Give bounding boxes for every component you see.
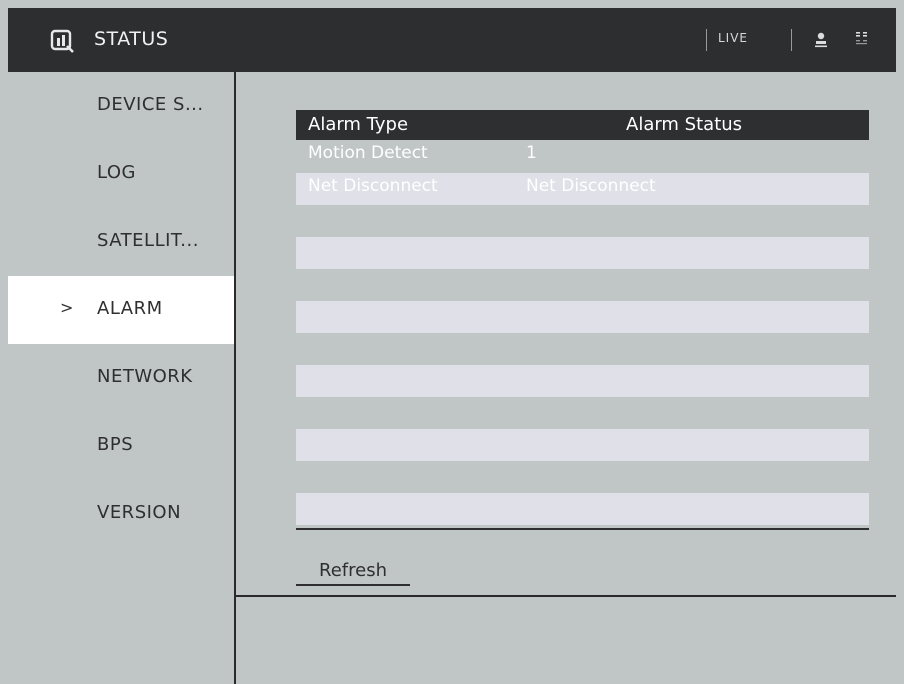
alarm-status-cell: Net Disconnect [526,176,656,196]
sidebar-nav: DEVICE S... LOG SATELLIT... > ALARM NETW… [8,72,234,684]
page-title: STATUS [94,28,169,50]
table-row[interactable]: Net Disconnect Net Disconnect [296,173,869,205]
sidebar-item-label: ALARM [97,298,163,319]
header-divider [706,29,707,51]
sidebar-item-network[interactable]: NETWORK [8,344,234,412]
table-row-empty [296,397,869,429]
sidebar-item-log[interactable]: LOG [8,140,234,208]
sidebar-item-device-status[interactable]: DEVICE S... [8,72,234,140]
sidebar-item-label: LOG [97,162,137,183]
table-row-empty [296,205,869,237]
header-bar: STATUS LIVE [8,8,896,72]
table-row-empty [296,301,869,333]
table-row-empty [296,269,869,301]
sidebar-item-label: BPS [97,434,134,455]
table-row[interactable]: Motion Detect 1 [296,140,869,172]
table-row-empty [296,493,869,525]
column-header-alarm-status: Alarm Status [626,114,743,135]
alarm-status-cell: 1 [526,143,537,163]
sidebar-item-label: NETWORK [97,366,193,387]
table-row-empty [296,333,869,365]
table-row-empty [296,237,869,269]
alarm-status-panel: Alarm Type Alarm Status Motion Detect 1 … [236,72,896,684]
alarm-type-cell: Net Disconnect [308,176,438,196]
chevron-right-icon: > [60,298,74,317]
sidebar-item-label: VERSION [97,502,182,523]
refresh-button[interactable]: Refresh [296,556,410,586]
table-row-empty [296,365,869,397]
footer-divider [236,595,896,597]
sidebar-item-bps[interactable]: BPS [8,412,234,480]
alarm-type-cell: Motion Detect [308,143,428,163]
status-window: STATUS LIVE DEVICE S... LOG SATELLIT... … [8,8,896,684]
sidebar-item-label: SATELLIT... [97,230,199,251]
user-icon[interactable] [814,30,828,48]
table-header: Alarm Type Alarm Status [296,110,869,140]
status-logo-icon [50,29,74,53]
header-divider [791,29,792,51]
live-button[interactable]: LIVE [718,31,748,45]
table-bottom-border [296,528,869,530]
language-icon[interactable] [855,30,869,48]
sidebar-item-label: DEVICE S... [97,94,204,115]
table-row-empty [296,461,869,493]
sidebar-item-satellite[interactable]: SATELLIT... [8,208,234,276]
table-row-empty [296,429,869,461]
column-header-alarm-type: Alarm Type [308,114,409,135]
sidebar-item-version[interactable]: VERSION [8,480,234,548]
sidebar-item-alarm[interactable]: > ALARM [8,276,234,344]
